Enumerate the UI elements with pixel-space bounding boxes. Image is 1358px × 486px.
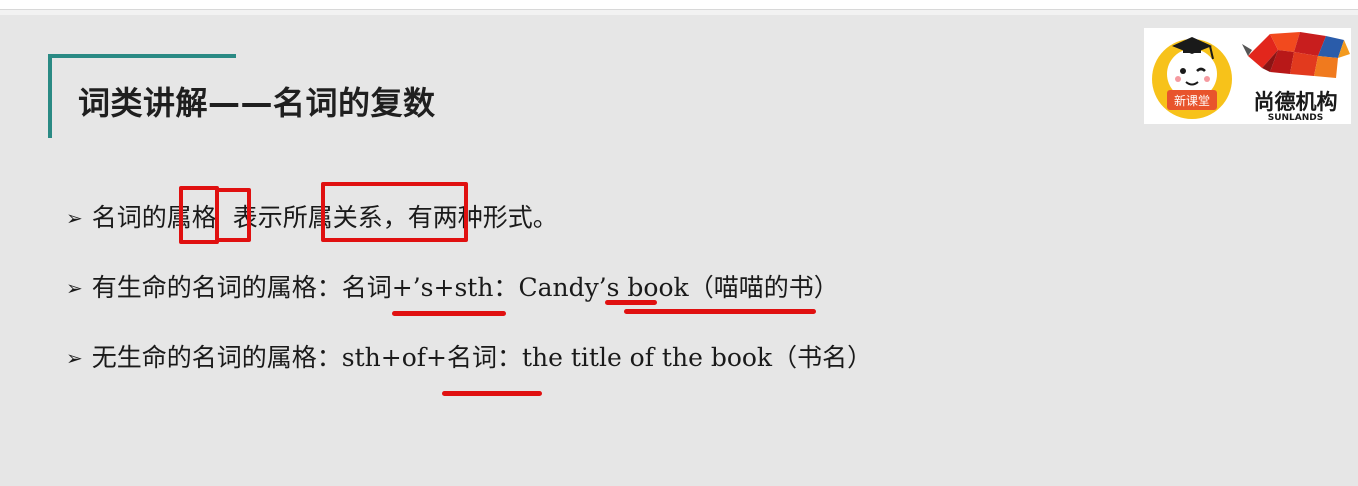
brand-subtitle: SUNLANDS <box>1267 113 1324 123</box>
annotation-box-shu <box>179 186 219 244</box>
bull-logo-icon <box>1242 32 1350 78</box>
formula-text: 名词+’s+sth： <box>341 273 519 302</box>
slide-title: 词类讲解——名词的复数 <box>78 84 436 122</box>
bullet-line-2: ➢ 有生命的名词的属格：名词+’s+sth：Candy’s book（喵喵的书） <box>66 268 839 304</box>
bullet-line-1: ➢ 名词的属格 表示所属关系，有两种形式。 <box>66 198 558 234</box>
title-frame-top <box>48 54 236 58</box>
top-strip-shadow <box>0 10 1358 15</box>
annotation-underline-formula <box>392 311 506 316</box>
translation-text: （书名） <box>772 343 873 372</box>
translation-text: （喵喵的书） <box>688 273 839 302</box>
top-strip <box>0 0 1358 10</box>
bullet-text: 名词的 <box>91 203 167 232</box>
bullet-line-3: ➢ 无生命的名词的属格：sth+of+名词：the title of the bo… <box>66 338 872 374</box>
brand-logo: 尚德机构 SUNLANDS <box>1240 28 1351 124</box>
bullet-text: 无生命的名词的属格： <box>91 343 342 372</box>
annotation-box-ge <box>215 188 251 242</box>
bullet-arrow-icon: ➢ <box>66 276 83 300</box>
annotation-underline-of <box>442 391 542 396</box>
example-text: Candy’s book <box>518 273 689 302</box>
bullet-arrow-icon: ➢ <box>66 346 83 370</box>
example-text: the title of the book <box>521 343 773 372</box>
bullet-text: 有生命的名词的属格： <box>91 273 342 302</box>
bullet-arrow-icon: ➢ <box>66 206 83 230</box>
brand-name: 尚德机构 <box>1253 90 1338 114</box>
title-frame-left <box>48 54 52 138</box>
logo-area: 新课堂 尚德机构 SUNLANDS <box>1144 28 1351 124</box>
formula-text: sth+of+名词： <box>341 343 522 372</box>
annotation-underline-candy <box>624 309 816 314</box>
annotation-box-relation <box>321 182 468 242</box>
logo-badge-text: 新课堂 <box>1174 93 1210 108</box>
annotation-underline-candy-short <box>605 300 657 305</box>
mascot-logo-icon: 新课堂 <box>1152 37 1232 119</box>
